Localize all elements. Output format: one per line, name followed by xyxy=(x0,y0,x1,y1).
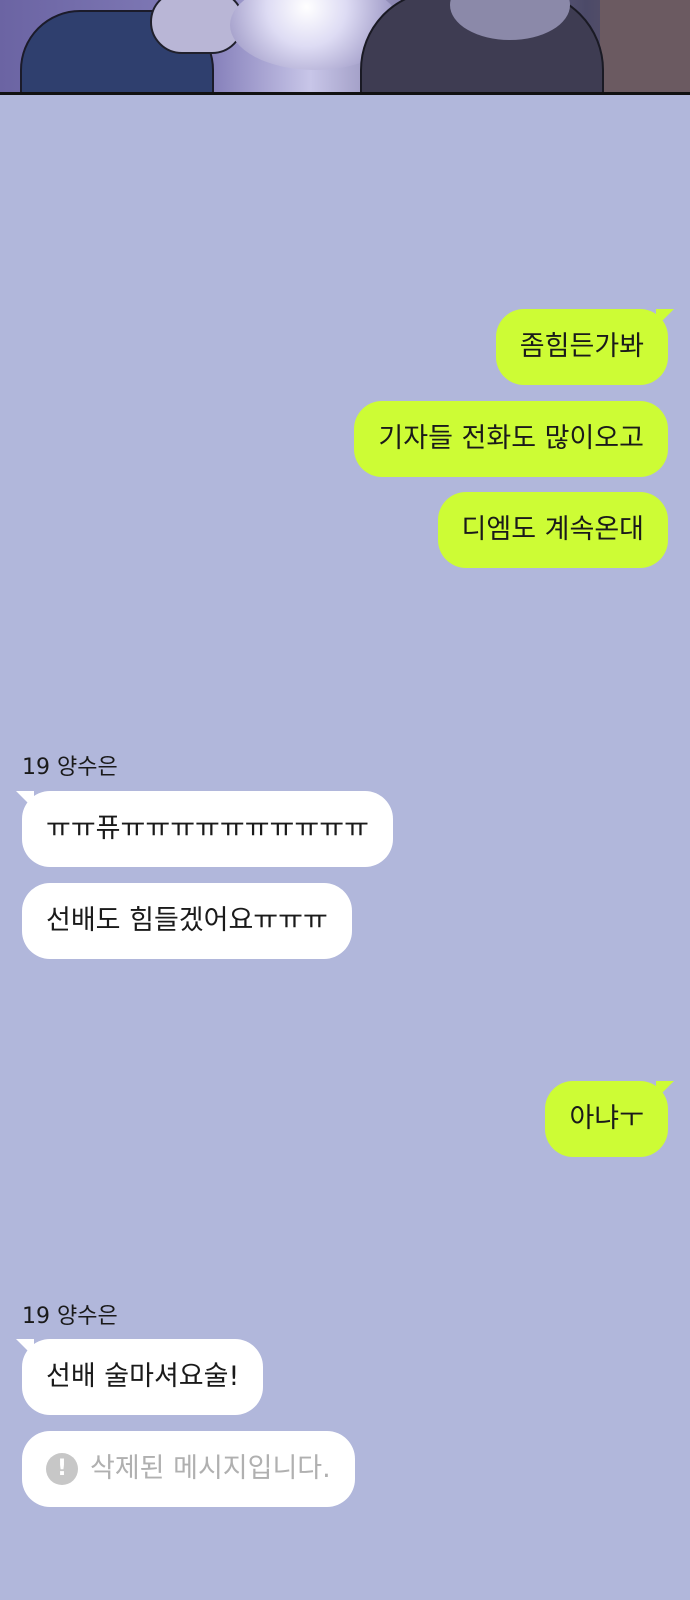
message-text: 선배 술마셔요술! xyxy=(46,1361,240,1392)
incoming-message-bubble[interactable]: 선배 술마셔요술! xyxy=(15,1339,264,1415)
sender-name: 19 양수은 xyxy=(22,1304,118,1329)
outgoing-message-bubble[interactable]: 디엠도 계속온대 xyxy=(437,492,668,568)
message-text: 기자들 전화도 많이오고 xyxy=(378,423,644,454)
deleted-message-bubble[interactable]: ! 삭제된 메시지입니다. xyxy=(22,1431,355,1507)
message-text: ㅠㅠ퓨ㅠㅠㅠㅠㅠㅠㅠㅠㅠㅠ xyxy=(46,813,369,844)
outgoing-message-bubble[interactable]: 좀힘든가봐 xyxy=(495,309,675,385)
incoming-message-bubble[interactable]: 선배도 힘들겠어요ㅠㅠㅠ xyxy=(22,883,352,959)
comic-panel-image xyxy=(0,0,690,95)
message-text: 아냐ㅜ xyxy=(569,1103,644,1134)
incoming-message-bubble[interactable]: ㅠㅠ퓨ㅠㅠㅠㅠㅠㅠㅠㅠㅠㅠ xyxy=(16,791,393,867)
outgoing-message-bubble[interactable]: 아냐ㅜ xyxy=(545,1081,674,1157)
message-text: 삭제된 메시지입니다. xyxy=(90,1453,331,1484)
message-text: 선배도 힘들겠어요ㅠㅠㅠ xyxy=(46,905,328,936)
outgoing-message-bubble[interactable]: 기자들 전화도 많이오고 xyxy=(354,401,668,477)
chat-area: 좀힘든가봐 기자들 전화도 많이오고 디엠도 계속온대 19 양수은 ㅠㅠ퓨ㅠㅠ… xyxy=(0,0,690,1600)
warning-circle-icon: ! xyxy=(46,1453,78,1485)
message-text: 좀힘든가봐 xyxy=(519,331,644,362)
sender-name: 19 양수은 xyxy=(22,755,118,780)
message-text: 디엠도 계속온대 xyxy=(461,514,644,545)
